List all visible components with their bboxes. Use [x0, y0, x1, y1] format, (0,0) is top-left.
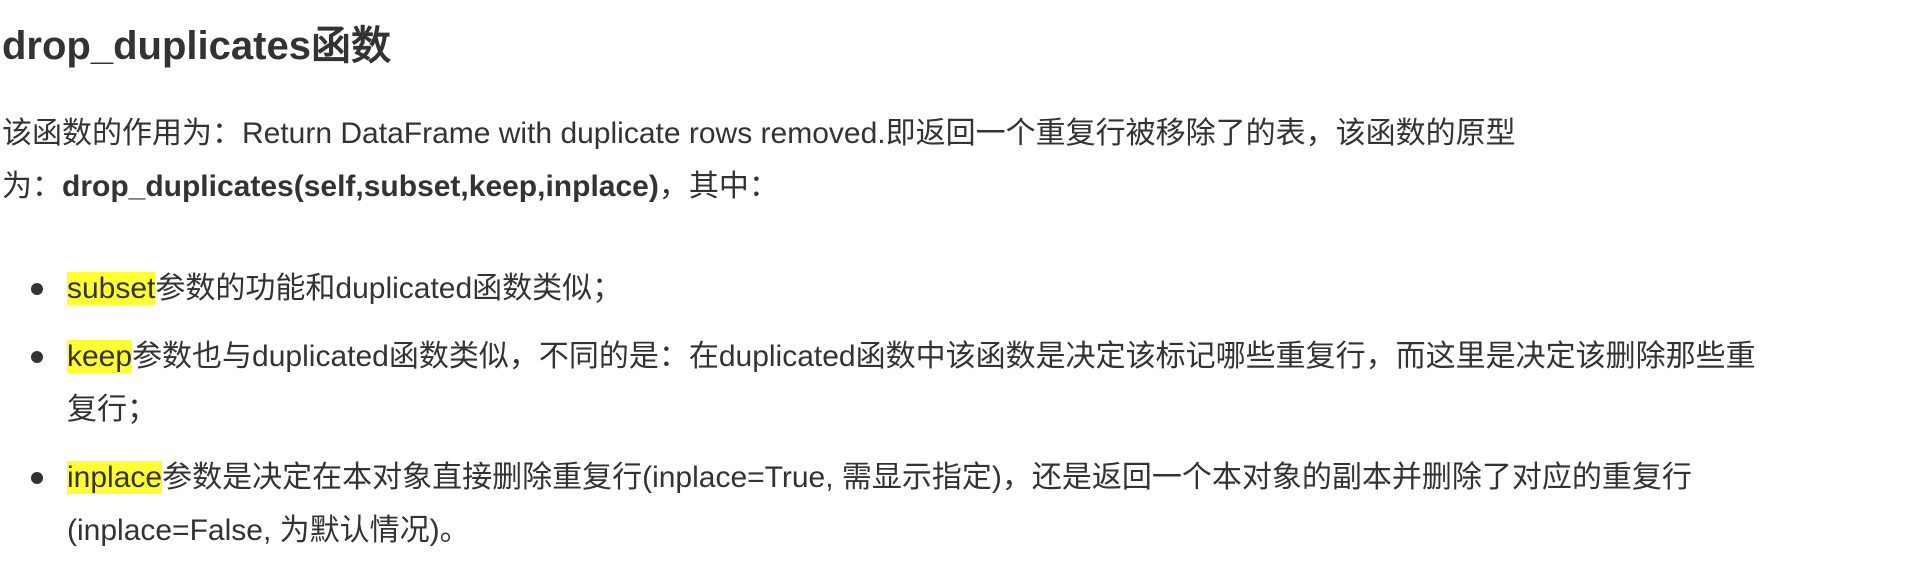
section-heading: drop_duplicates函数 — [2, 24, 391, 68]
list-item-subset: subset参数的功能和duplicated函数类似； — [0, 262, 1918, 315]
param-name-highlight: subset — [67, 272, 156, 305]
param-line: keep参数也与duplicated函数类似，不同的是：在duplicated函… — [67, 330, 1918, 383]
param-line-continued: 复行； — [67, 393, 157, 426]
bullet-icon — [31, 472, 43, 484]
bullet-icon — [31, 351, 43, 363]
list-item-keep: keep参数也与duplicated函数类似，不同的是：在duplicated函… — [0, 330, 1918, 436]
param-name-highlight: inplace — [67, 461, 163, 494]
param-name-highlight: keep — [67, 340, 133, 373]
list-item-inplace: inplace参数是决定在本对象直接删除重复行(inplace=True, 需显… — [0, 451, 1918, 557]
intro-line-2: 为：drop_duplicates(self,subset,keep,inpla… — [2, 160, 1662, 213]
function-signature: drop_duplicates(self,subset,keep,inplace… — [62, 170, 659, 203]
param-line-continued: (inplace=False, 为默认情况)。 — [67, 514, 470, 547]
intro-paragraph: 该函数的作用为：Return DataFrame with duplicate … — [2, 107, 1662, 213]
intro-line-1: 该函数的作用为：Return DataFrame with duplicate … — [2, 117, 1516, 150]
intro-suffix: ，其中： — [658, 170, 779, 203]
param-description: 参数是决定在本对象直接删除重复行(inplace=True, 需显示指定)，还是… — [162, 461, 1692, 494]
param-description: 参数的功能和duplicated函数类似； — [155, 272, 623, 305]
document: drop_duplicates函数 该函数的作用为：Return DataFra… — [0, 0, 1920, 574]
param-description: 参数也与duplicated函数类似，不同的是：在duplicated函数中该函… — [132, 340, 1756, 373]
param-line: subset参数的功能和duplicated函数类似； — [67, 262, 1918, 315]
intro-prefix: 为： — [2, 170, 62, 203]
bullet-icon — [31, 283, 43, 295]
parameter-list: subset参数的功能和duplicated函数类似； keep参数也与dupl… — [0, 262, 1918, 572]
param-line: inplace参数是决定在本对象直接删除重复行(inplace=True, 需显… — [67, 451, 1918, 504]
